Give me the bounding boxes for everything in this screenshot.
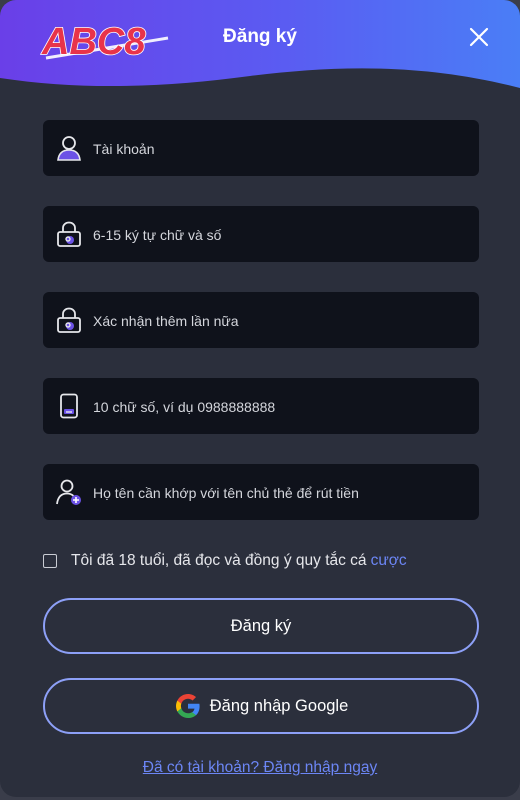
register-modal: ABC8 Đăng ký Tài khoản 10 chữ số, ví dụ … xyxy=(0,0,520,797)
fullname-field[interactable] xyxy=(43,464,479,522)
register-button[interactable]: Đăng ký xyxy=(43,598,479,654)
modal-header: ABC8 Đăng ký xyxy=(0,0,520,96)
modal-title: Đăng ký xyxy=(223,26,297,47)
footer: Đã có tài khoản? Đăng nhập ngay xyxy=(0,759,520,777)
register-button-label: Đăng ký xyxy=(230,616,292,635)
google-icon xyxy=(174,692,202,720)
agree-text: Tôi đã 18 tuổi, đã đọc và đồng ý quy tắc… xyxy=(71,552,367,569)
phone-icon xyxy=(55,392,83,420)
fullname-input[interactable] xyxy=(91,464,465,522)
login-link[interactable]: Đã có tài khoản? Đăng nhập ngay xyxy=(143,759,377,776)
phone-field[interactable] xyxy=(43,378,479,436)
agreement-row: Tôi đã 18 tuổi, đã đọc và đồng ý quy tắc… xyxy=(43,550,483,572)
add-user-icon xyxy=(55,478,83,506)
phone-input[interactable] xyxy=(91,378,465,436)
user-icon xyxy=(55,134,83,162)
password-field[interactable] xyxy=(43,206,479,264)
lock-icon xyxy=(55,220,83,248)
close-icon[interactable] xyxy=(468,26,490,48)
google-login-button[interactable]: Đăng nhập Google xyxy=(43,678,479,734)
rules-link[interactable]: cược xyxy=(371,552,407,570)
confirm-password-input[interactable] xyxy=(91,292,465,350)
agree-checkbox[interactable] xyxy=(43,554,57,568)
username-field[interactable] xyxy=(43,120,479,178)
google-button-label: Đăng nhập Google xyxy=(209,696,349,715)
confirm-password-field[interactable] xyxy=(43,292,479,350)
lock-icon xyxy=(55,306,83,334)
username-input[interactable] xyxy=(91,120,465,178)
password-input[interactable] xyxy=(91,206,465,264)
